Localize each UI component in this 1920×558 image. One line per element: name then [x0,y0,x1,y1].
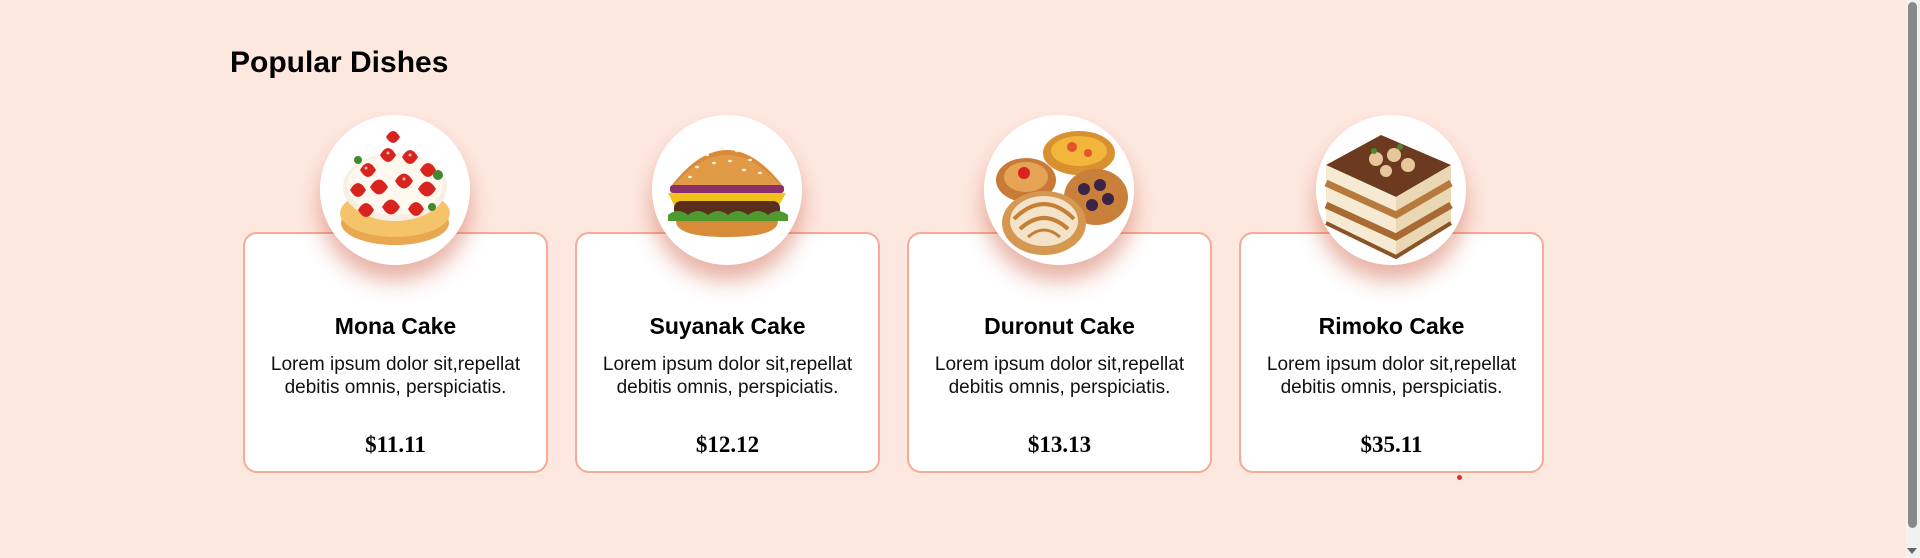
dish-price: $35.11 [1360,432,1423,457]
tiramisu-image [1316,115,1466,265]
dish-name: Duronut Cake [984,313,1135,339]
decorative-dot [1457,475,1462,480]
scroll-down-arrow-icon[interactable] [1907,548,1917,554]
dish-description: Lorem ipsum dolor sit,repellat debitis o… [934,354,1185,398]
dish-card-wrapper: Duronut Cake Lorem ipsum dolor sit,repel… [907,115,1212,473]
scrollbar-thumb[interactable] [1908,2,1917,528]
strawberry-cake-image [320,115,470,265]
section-title: Popular Dishes [230,46,449,79]
dish-card-wrapper: Rimoko Cake Lorem ipsum dolor sit,repell… [1239,115,1544,473]
dish-price: $13.13 [1027,432,1092,457]
dish-card-wrapper: Suyanak Cake Lorem ipsum dolor sit,repel… [575,115,880,473]
burger-image [652,115,802,265]
dish-card-list: Mona Cake Lorem ipsum dolor sit,repellat… [243,115,1544,473]
vertical-scrollbar[interactable] [1905,0,1920,558]
dish-name: Rimoko Cake [1318,313,1465,339]
dish-card[interactable]: Mona Cake Lorem ipsum dolor sit,repellat… [243,232,548,473]
dish-description: Lorem ipsum dolor sit,repellat debitis o… [270,354,521,398]
page: Popular Dishes Mona Cake Lorem ipsum dol… [0,0,1920,558]
dish-card[interactable]: Duronut Cake Lorem ipsum dolor sit,repel… [907,232,1212,473]
dish-card[interactable]: Rimoko Cake Lorem ipsum dolor sit,repell… [1239,232,1544,473]
dish-price: $12.12 [695,432,760,457]
pastries-image [984,115,1134,265]
dish-card[interactable]: Suyanak Cake Lorem ipsum dolor sit,repel… [575,232,880,473]
dish-description: Lorem ipsum dolor sit,repellat debitis o… [602,354,853,398]
dish-price: $11.11 [365,432,426,457]
dish-name: Mona Cake [334,313,457,339]
dish-description: Lorem ipsum dolor sit,repellat debitis o… [1266,354,1517,398]
dish-card-wrapper: Mona Cake Lorem ipsum dolor sit,repellat… [243,115,548,473]
dish-name: Suyanak Cake [649,313,806,339]
